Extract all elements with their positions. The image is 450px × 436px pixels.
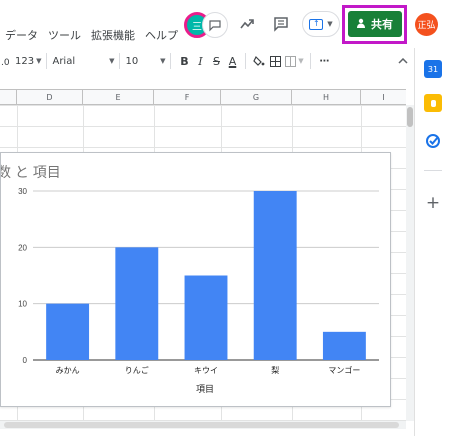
chevron-down-icon: ▼ [160, 57, 166, 65]
user-avatar[interactable]: 正弘 [415, 13, 438, 36]
vertical-scrollbar[interactable] [406, 105, 414, 421]
chevron-down-icon: ▼ [109, 57, 115, 65]
bar-chart: 数 と 項目 0 10 20 30 みかん りんご キウイ 梨 マンゴー 項目 [1, 164, 379, 394]
y-tick-label: 20 [18, 243, 27, 252]
merge-cells-icon[interactable]: ▼ [283, 50, 305, 72]
chat-icon[interactable] [202, 12, 228, 38]
chevron-down-icon: ▼ [327, 20, 333, 28]
toolbar-divider [245, 53, 247, 69]
toolbar-divider [310, 53, 312, 69]
x-tick-label: キウイ [194, 366, 218, 375]
strikethrough-button[interactable]: S [208, 50, 224, 72]
side-panel: 31 + [414, 48, 450, 436]
column-header-i[interactable]: I [361, 90, 406, 105]
text-color-button[interactable]: A [224, 50, 240, 72]
toolbar-divider [119, 53, 121, 69]
x-tick-label: マンゴー [328, 365, 360, 375]
add-addon-icon[interactable]: + [424, 193, 442, 213]
x-tick-label: みかん [56, 366, 80, 375]
column-header-row: D E F G H I [0, 89, 406, 105]
column-header-f[interactable]: F [154, 90, 221, 105]
x-axis-label: 項目 [196, 384, 214, 394]
column-header-corner [0, 90, 17, 105]
bar-4[interactable] [322, 331, 366, 360]
column-header-g[interactable]: G [221, 90, 292, 105]
column-header-d[interactable]: D [17, 90, 83, 105]
font-size-dropdown[interactable]: 10 ▼ [125, 50, 165, 72]
present-icon: ↑ [309, 18, 324, 30]
bar-2[interactable] [184, 275, 228, 361]
borders-icon[interactable] [267, 50, 283, 72]
more-options-icon[interactable]: ⋯ [316, 50, 332, 72]
share-button[interactable]: 共有 [348, 11, 402, 37]
collapse-toolbar-icon[interactable] [396, 54, 410, 68]
chevron-down-icon: ▼ [36, 57, 42, 65]
font-dropdown[interactable]: Arial ▼ [52, 50, 114, 72]
present-button[interactable]: ↑ ▼ [302, 11, 340, 37]
column-header-e[interactable]: E [83, 90, 154, 105]
vertical-scroll-thumb[interactable] [407, 107, 413, 127]
fill-color-icon[interactable] [251, 50, 267, 72]
share-label: 共有 [371, 18, 393, 31]
bold-button[interactable]: B [176, 50, 192, 72]
y-tick-label: 0 [23, 356, 28, 365]
font-label: Arial [52, 55, 76, 67]
toolbar-divider [46, 53, 48, 69]
bar-3[interactable] [253, 191, 297, 360]
horizontal-scroll-thumb[interactable] [4, 422, 399, 428]
chevron-down-icon: ▼ [298, 57, 304, 65]
italic-button[interactable]: I [192, 50, 208, 72]
menu-help[interactable]: ヘルプ [140, 27, 183, 43]
tasks-icon[interactable] [424, 132, 442, 150]
collaborator-avatars[interactable]: 三 [184, 12, 228, 38]
bar-0[interactable] [46, 303, 90, 360]
horizontal-scrollbar[interactable] [0, 421, 406, 429]
y-tick-label: 30 [18, 187, 27, 196]
comment-icon[interactable] [270, 13, 292, 35]
menu-data[interactable]: データ [0, 27, 43, 43]
person-add-icon [357, 18, 368, 31]
menu-extensions[interactable]: 拡張機能 [86, 27, 140, 43]
number-format-label: 123 [15, 55, 35, 67]
chart-title: 数 と 項目 [1, 164, 61, 180]
toolbar-divider [170, 53, 172, 69]
column-header-h[interactable]: H [292, 90, 361, 105]
menu-tools[interactable]: ツール [43, 27, 86, 43]
bar-1[interactable] [115, 247, 159, 360]
x-tick-label: りんご [125, 365, 149, 375]
x-tick-label: 梨 [271, 365, 279, 375]
font-size-label: 10 [125, 55, 139, 67]
side-panel-divider [424, 170, 442, 171]
embedded-chart[interactable]: 数 と 項目 0 10 20 30 みかん りんご キウイ 梨 マンゴー 項目 [0, 152, 391, 407]
decimal-places-icon[interactable]: .0 [1, 50, 9, 72]
menu-bar: データ ツール 拡張機能 ヘルプ [0, 22, 183, 48]
keep-icon[interactable] [424, 94, 442, 112]
y-tick-label: 10 [18, 300, 27, 309]
svg-text:.0: .0 [1, 58, 9, 66]
trend-icon[interactable] [236, 13, 258, 35]
format-toolbar: .0 123 ▼ Arial ▼ 10 ▼ B I S A ▼ ⋯ [0, 50, 414, 72]
number-format-dropdown[interactable]: 123 ▼ [15, 50, 41, 72]
calendar-icon[interactable]: 31 [424, 60, 442, 78]
